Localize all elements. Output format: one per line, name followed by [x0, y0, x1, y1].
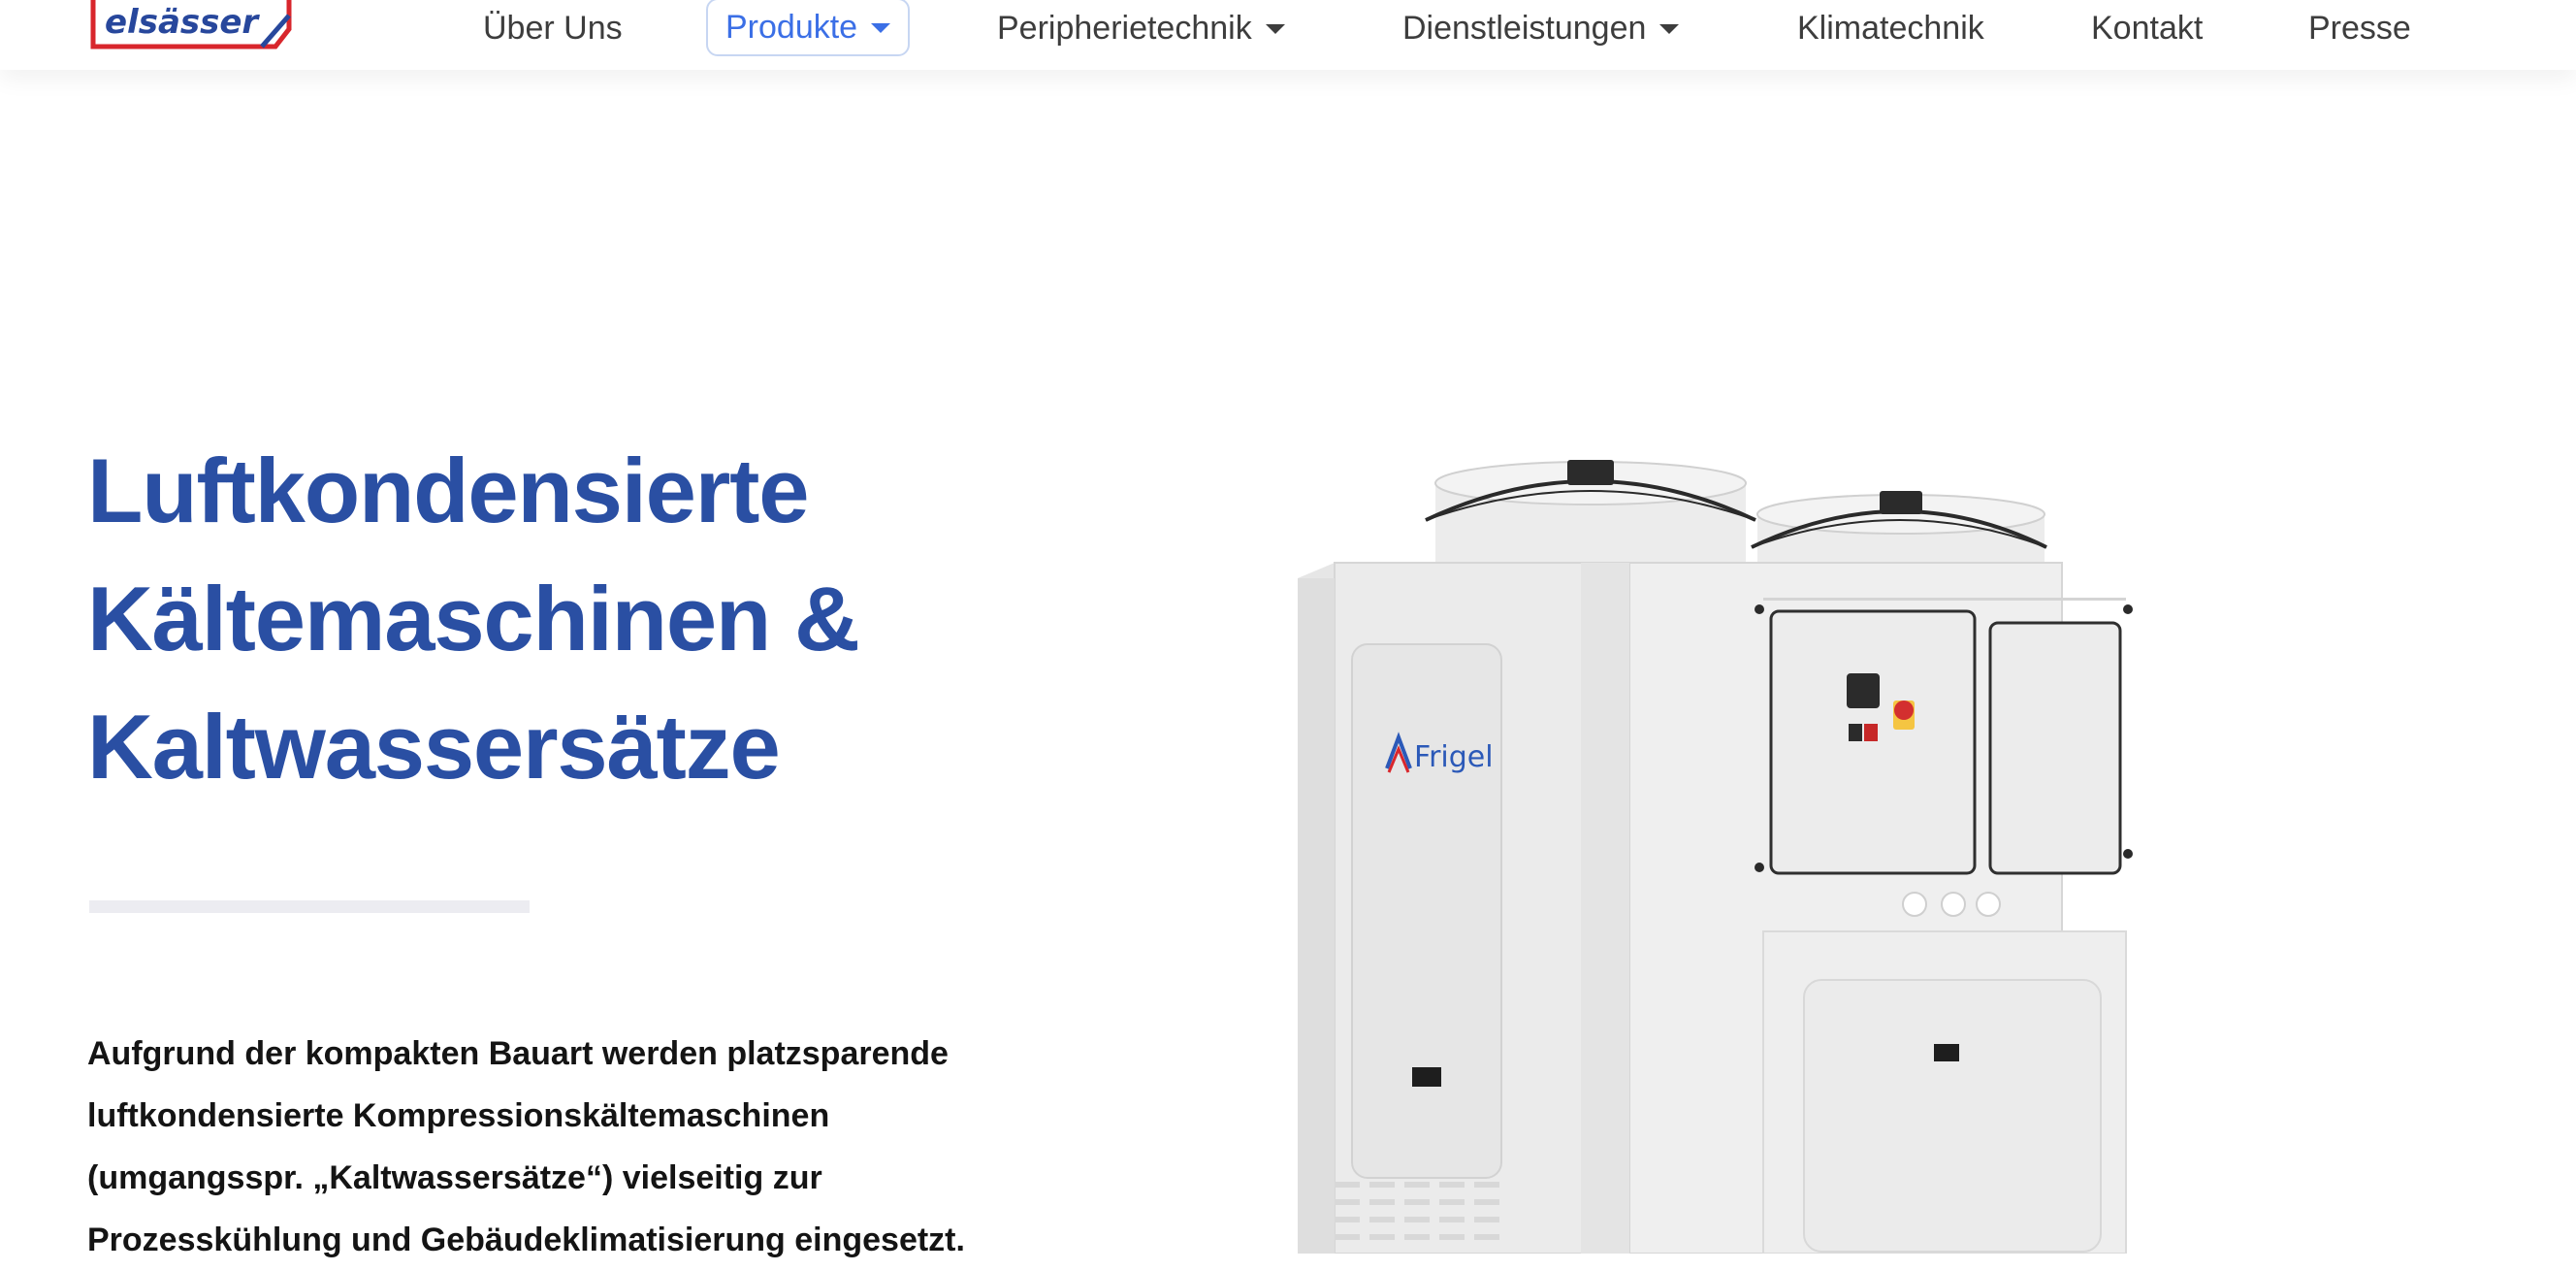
caret-down-icon [1659, 24, 1680, 34]
nav-item-peripherietechnik[interactable]: Peripherietechnik [997, 0, 1285, 56]
nav-item-kontakt[interactable]: Kontakt [2091, 0, 2203, 56]
title-divider [89, 900, 530, 913]
paragraph-line: luftkondensierte Kompressionskältemaschi… [87, 1097, 830, 1134]
nav-item-label: Peripherietechnik [997, 9, 1252, 47]
nav-item-ueber-uns[interactable]: Über Uns [483, 0, 623, 56]
nav-item-label: Dienstleistungen [1402, 9, 1647, 47]
logo-wordmark: elsässer [105, 3, 260, 42]
nav-item-klimatechnik[interactable]: Klimatechnik [1797, 0, 1984, 56]
elsaesser-logo[interactable]: elsässer [85, 0, 295, 56]
fan-unit-left [1425, 460, 1756, 570]
chiller-housing: Frigel [1298, 562, 2133, 1254]
paragraph-line: Prozesskühlung und Gebäudeklimatisierung… [87, 1222, 965, 1258]
title-line: Luftkondensierte [87, 440, 810, 541]
nav-item-label: Klimatechnik [1797, 9, 1984, 47]
nav-item-label: Über Uns [483, 9, 623, 47]
top-navigation-bar: elsässer Über Uns Produkte Peripherietec… [0, 0, 2576, 70]
nav-item-label: Presse [2308, 9, 2411, 47]
caret-down-icon [871, 23, 891, 33]
title-line: Kältemaschinen & [87, 568, 860, 669]
chiller-product-image: Frigel [1280, 446, 2173, 1254]
nav-item-produkte[interactable]: Produkte [706, 0, 911, 56]
paragraph-line: Aufgrund der kompakten Bauart werden pla… [87, 1035, 949, 1072]
frigel-label: Frigel [1414, 740, 1494, 774]
nav-item-label: Produkte [725, 8, 858, 46]
paragraph-line: (umgangsspr. „Kaltwassersätze“) vielseit… [87, 1159, 822, 1196]
nav-item-dienstleistungen[interactable]: Dienstleistungen [1402, 0, 1680, 56]
nav-item-label: Kontakt [2091, 9, 2204, 47]
intro-paragraph: Aufgrund der kompakten Bauart werden pla… [87, 1023, 1106, 1271]
page-title: Luftkondensierte Kältemaschinen & Kaltwa… [87, 427, 1057, 811]
nav-item-presse[interactable]: Presse [2308, 0, 2411, 56]
caret-down-icon [1265, 24, 1285, 34]
title-line: Kaltwassersätze [87, 696, 781, 798]
logo-graphic: elsässer [90, 0, 292, 49]
